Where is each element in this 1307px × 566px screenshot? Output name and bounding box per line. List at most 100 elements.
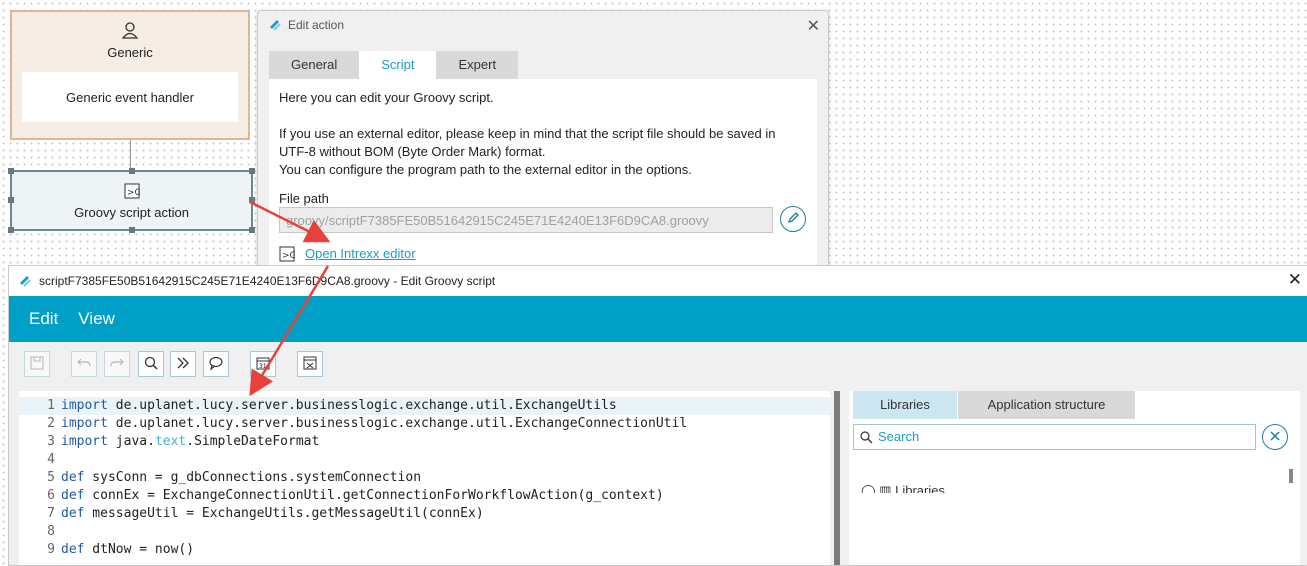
search-icon (143, 355, 159, 374)
intrexx-logo-icon (19, 275, 31, 290)
close-icon[interactable]: ✕ (807, 16, 820, 36)
code-line[interactable]: 4 (19, 451, 830, 469)
code-line[interactable]: 3 import java.text.SimpleDateFormat (19, 433, 830, 451)
intrexx-logo-icon (269, 19, 281, 34)
generic-event-node[interactable]: Generic Generic event handler (10, 10, 250, 140)
tree-item-libraries[interactable]: ◯ ▥ Libraries (861, 483, 945, 493)
menu-bar: Edit View (9, 296, 1307, 342)
code-scrollbar[interactable] (833, 391, 841, 565)
clear-icon (302, 355, 318, 374)
comment-button[interactable] (203, 351, 229, 377)
code-keyword: def (61, 488, 85, 503)
line-number: 9 (47, 542, 55, 557)
tab-general[interactable]: General (269, 51, 360, 79)
line-number: 7 (47, 506, 55, 521)
calendar-button[interactable]: 31 (250, 351, 276, 377)
save-button[interactable] (24, 351, 50, 377)
code-line[interactable]: 5 def sysConn = g_dbConnections.systemCon… (19, 469, 830, 487)
file-path-field: groovy/scriptF7385FE50B51642915C245E71E4… (279, 207, 773, 233)
svg-text:>G: >G (282, 251, 295, 261)
note-line-1: If you use an external editor, please ke… (279, 126, 776, 141)
menu-view[interactable]: View (78, 309, 115, 329)
groovy-action-node[interactable]: >G Groovy script action (8, 168, 255, 233)
undo-button[interactable] (71, 351, 97, 377)
svg-text:>G: >G (127, 188, 140, 198)
groovy-action-label: Groovy script action (74, 205, 189, 220)
user-icon (121, 22, 139, 42)
edit-path-button[interactable] (780, 206, 806, 232)
search-icon (859, 430, 873, 447)
clear-button[interactable] (297, 351, 323, 377)
resize-handle[interactable] (8, 227, 14, 233)
intro-text: Here you can edit your Groovy script. (279, 90, 494, 105)
tab-libraries[interactable]: Libraries (853, 391, 957, 419)
expand-icon: ◯ (861, 483, 876, 493)
node-connector (130, 140, 131, 170)
code-keyword: def (61, 542, 85, 557)
code-line[interactable]: 7 def messageUtil = ExchangeUtils.getMess… (19, 505, 830, 523)
code-keyword: def (61, 506, 85, 521)
resize-handle[interactable] (249, 197, 255, 203)
resize-handle[interactable] (129, 227, 135, 233)
note-line-2: UTF-8 without BOM (Byte Order Mark) form… (279, 144, 546, 159)
scrollbar-thumb[interactable] (834, 391, 840, 565)
code-line[interactable]: 1 import de.uplanet.lucy.server.businessl… (19, 397, 830, 415)
clear-search-button[interactable] (1262, 424, 1288, 450)
line-number: 6 (47, 488, 55, 503)
line-number: 8 (47, 524, 55, 539)
open-intrexx-editor-link[interactable]: Open Intrexx editor (305, 246, 416, 261)
line-number: 3 (47, 434, 55, 449)
resize-handle[interactable] (129, 168, 135, 174)
line-number: 2 (47, 416, 55, 431)
search-input[interactable]: Search (853, 424, 1256, 450)
code-line[interactable]: 9 def dtNow = now() (19, 541, 830, 559)
node-title: Generic (107, 45, 153, 60)
svg-text:31: 31 (259, 363, 267, 370)
save-icon (29, 355, 45, 374)
window-title: scriptF7385FE50B51642915C245E71E4240E13F… (39, 274, 496, 288)
generic-handler-label: Generic event handler (22, 72, 238, 122)
line-number: 4 (47, 452, 55, 467)
redo-icon (109, 355, 125, 374)
code-keyword: import (61, 434, 108, 449)
code-keyword: import (61, 398, 108, 413)
line-number: 5 (47, 470, 55, 485)
menu-edit[interactable]: Edit (29, 309, 58, 329)
code-keyword: def (61, 470, 85, 485)
tab-script[interactable]: Script (359, 51, 437, 79)
undo-icon (76, 355, 92, 374)
pencil-icon (787, 211, 800, 227)
search-button[interactable] (138, 351, 164, 377)
groovy-script-icon: >G (124, 183, 141, 202)
redo-button[interactable] (104, 351, 130, 377)
code-line[interactable]: 6 def connEx = ExchangeConnectionUtil.get… (19, 487, 830, 505)
code-line[interactable]: 2 import de.uplanet.lucy.server.businessl… (19, 415, 830, 433)
panel-scrollbar[interactable] (1289, 469, 1293, 483)
editor-body: 31 1 import de.uplanet.lucy.server.busine… (9, 342, 1307, 565)
code-package: text (154, 434, 187, 449)
tab-application-structure[interactable]: Application structure (958, 391, 1135, 419)
line-number: 1 (47, 398, 55, 413)
libraries-panel: Libraries Application structure Search ◯… (849, 391, 1300, 565)
script-tab-content: Here you can edit your Groovy script. If… (269, 79, 817, 271)
resize-handle[interactable] (249, 227, 255, 233)
close-icon (1269, 430, 1281, 445)
next-icon (175, 355, 191, 374)
code-line[interactable]: 8 (19, 523, 830, 541)
edit-action-dialog: Edit action ✕ General Script Expert Here… (257, 10, 829, 272)
note-line-3: You can configure the program path to th… (279, 162, 692, 177)
code-keyword: import (61, 416, 108, 431)
library-icon: ▥ (879, 483, 892, 493)
resize-handle[interactable] (8, 168, 14, 174)
resize-handle[interactable] (249, 168, 255, 174)
next-button[interactable] (170, 351, 196, 377)
groovy-script-icon: >G (279, 246, 297, 265)
resize-handle[interactable] (8, 197, 14, 203)
tab-expert[interactable]: Expert (436, 51, 519, 79)
file-path-label: File path (279, 191, 329, 206)
close-icon[interactable]: ✕ (1288, 270, 1302, 290)
dialog-tabs: General Script Expert (269, 51, 519, 79)
dialog-title: Edit action (288, 18, 345, 32)
code-editor[interactable]: 1 import de.uplanet.lucy.server.businessl… (19, 391, 830, 565)
groovy-editor-window: scriptF7385FE50B51642915C245E71E4240E13F… (8, 265, 1307, 566)
